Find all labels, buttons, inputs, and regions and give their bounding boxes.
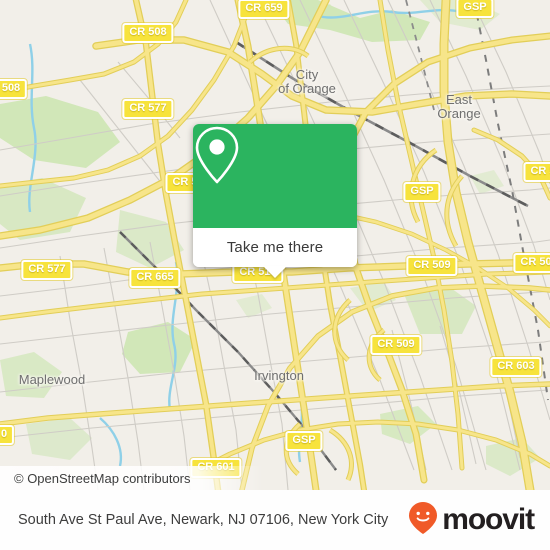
road-shield: CR 509: [406, 256, 458, 276]
road-shield: 0: [0, 425, 15, 445]
road-shield: GSP: [285, 431, 323, 451]
popup-hero: [193, 124, 357, 228]
road-shield: CR 5: [523, 162, 550, 182]
road-shield: CR 50: [513, 253, 550, 273]
map-canvas[interactable]: City of Orange East Orange Maplewood Irv…: [0, 0, 550, 490]
road-shield: CR 509: [370, 335, 422, 355]
popup-tail-pointer: [263, 266, 287, 278]
road-shield: CR 577: [122, 99, 174, 119]
moovit-smiley-pin-icon: [408, 501, 438, 540]
bottom-info-bar: South Ave St Paul Ave, Newark, NJ 07106,…: [0, 490, 550, 550]
road-shield: CR 659: [238, 0, 290, 19]
take-me-there-button[interactable]: Take me there: [193, 228, 357, 267]
road-shield: CR 508: [122, 23, 174, 43]
moovit-wordmark: moovit: [442, 503, 535, 536]
osm-attribution-text: © OpenStreetMap contributors: [14, 470, 191, 486]
popup-card-inner: Take me there: [193, 124, 357, 267]
moovit-logo[interactable]: moovit: [408, 501, 535, 540]
screenshot-root: City of Orange East Orange Maplewood Irv…: [0, 0, 550, 550]
map-attribution[interactable]: © OpenStreetMap contributors: [0, 466, 550, 490]
road-shield: GSP: [403, 182, 441, 202]
address-text: South Ave St Paul Ave, Newark, NJ 07106,…: [18, 511, 389, 528]
take-me-there-label: Take me there: [226, 239, 324, 256]
road-shield: CR 603: [490, 357, 542, 377]
road-shield: CR 577: [21, 260, 73, 280]
location-popup-card[interactable]: Take me there: [193, 124, 357, 278]
road-shield: GSP: [456, 0, 494, 18]
road-shield: 508: [0, 79, 28, 99]
road-shield: CR 665: [129, 268, 181, 288]
